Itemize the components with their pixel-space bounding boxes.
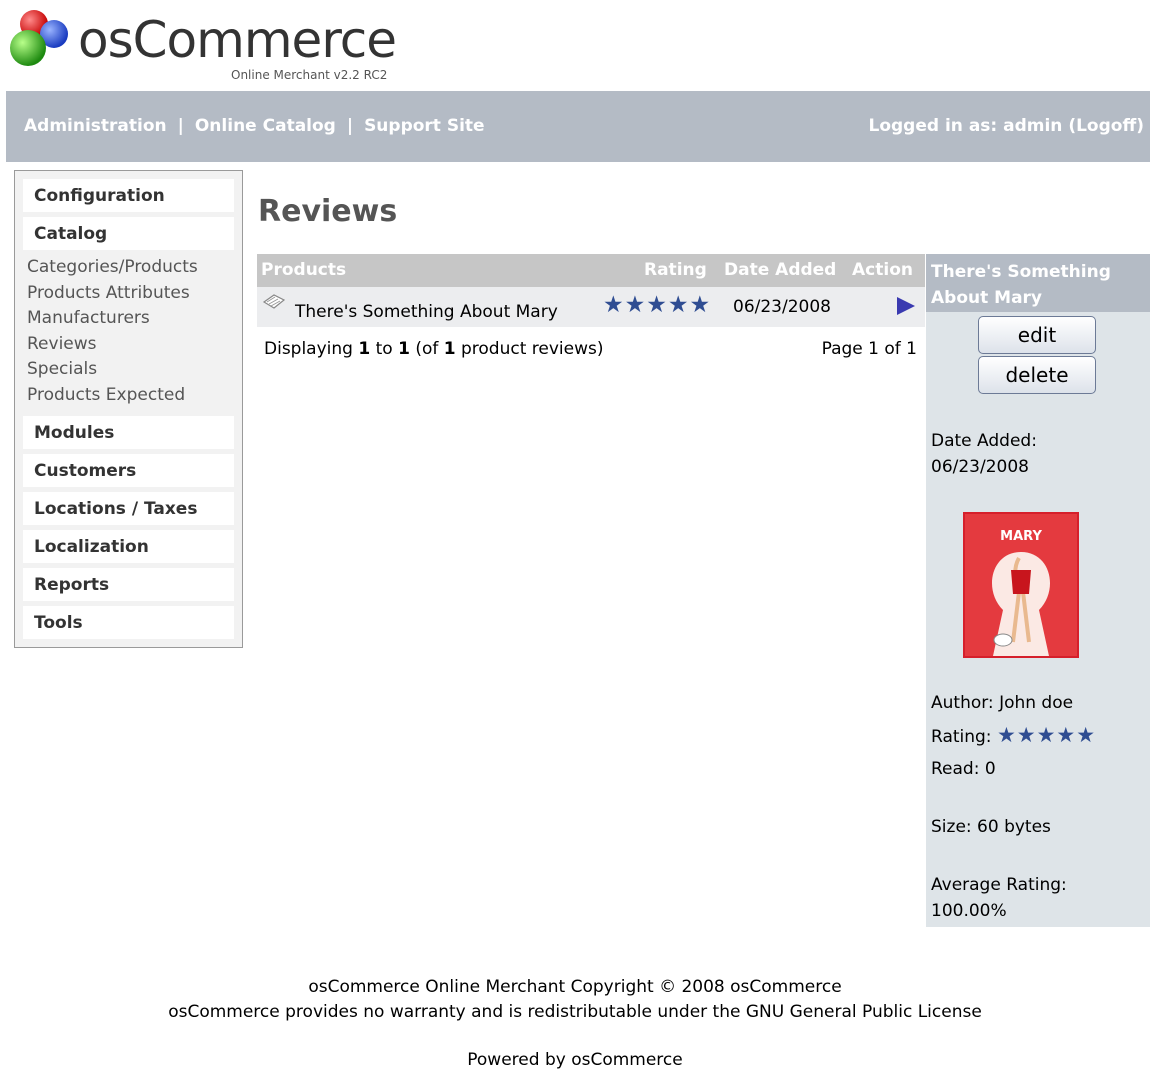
nav-link-online-catalog[interactable]: Online Catalog bbox=[195, 116, 336, 136]
nav-separator: | bbox=[177, 116, 184, 136]
poster-title: MARY bbox=[1000, 529, 1042, 544]
action-arrow-icon[interactable] bbox=[895, 296, 917, 316]
submenu-item-products-attributes[interactable]: Products Attributes bbox=[27, 281, 198, 307]
review-date-added: 06/23/2008 bbox=[733, 297, 831, 317]
delete-button[interactable]: delete bbox=[978, 356, 1096, 394]
footer-powered-by[interactable]: Powered by osCommerce bbox=[0, 1050, 1150, 1070]
date-added-label: Date Added: bbox=[931, 431, 1037, 451]
sidebar-item-reports[interactable]: Reports bbox=[23, 568, 234, 601]
sidebar-item-locations-taxes[interactable]: Locations / Taxes bbox=[23, 492, 234, 525]
catalog-submenu: Categories/Products Products Attributes … bbox=[27, 255, 198, 408]
sidebar-item-localization[interactable]: Localization bbox=[23, 530, 234, 563]
display-summary: Displaying 1 to 1 (of 1 product reviews) bbox=[264, 339, 604, 359]
top-nav-links: Administration | Online Catalog | Support Si… bbox=[24, 116, 485, 136]
average-rating-value: 100.00% bbox=[931, 901, 1007, 921]
column-header-rating: Rating bbox=[644, 260, 707, 280]
sidebar-item-configuration[interactable]: Configuration bbox=[23, 179, 234, 212]
submenu-item-manufacturers[interactable]: Manufacturers bbox=[27, 306, 198, 332]
admin-sidebar: Configuration Catalog Categories/Product… bbox=[14, 170, 243, 648]
review-product-name[interactable]: There's Something About Mary bbox=[295, 302, 558, 322]
preview-icon[interactable] bbox=[260, 292, 290, 314]
nav-separator: | bbox=[346, 116, 354, 136]
logged-in-status[interactable]: Logged in as: admin (Logoff) bbox=[869, 116, 1145, 136]
logo-balls-icon bbox=[10, 10, 68, 66]
review-rating: Rating: ★★★★★ bbox=[931, 723, 1097, 747]
logo-subtitle: Online Merchant v2.2 RC2 bbox=[231, 68, 388, 82]
reviews-table-header: Products Rating Date Added Action bbox=[257, 254, 925, 287]
rating-stars: ★★★★★ bbox=[603, 292, 712, 318]
info-panel-heading: There's Something About Mary bbox=[926, 254, 1150, 312]
submenu-item-products-expected[interactable]: Products Expected bbox=[27, 383, 198, 409]
page-indicator: Page 1 of 1 bbox=[821, 339, 917, 359]
edit-button[interactable]: edit bbox=[978, 316, 1096, 354]
submenu-item-specials[interactable]: Specials bbox=[27, 357, 198, 383]
column-header-date-added: Date Added bbox=[724, 260, 837, 280]
submenu-item-reviews[interactable]: Reviews bbox=[27, 332, 198, 358]
page-title: Reviews bbox=[258, 194, 398, 229]
footer-copyright: osCommerce Online Merchant Copyright © 2… bbox=[308, 977, 842, 997]
table-row[interactable]: There's Something About Mary ★★★★★ 06/23… bbox=[257, 287, 925, 327]
footer-warranty: osCommerce provides no warranty and is r… bbox=[168, 1002, 982, 1022]
review-info-panel: There's Something About Mary edit delete… bbox=[926, 254, 1150, 927]
average-rating-label: Average Rating: bbox=[931, 875, 1067, 895]
sidebar-item-catalog[interactable]: Catalog bbox=[23, 217, 234, 250]
column-header-products: Products bbox=[261, 260, 347, 280]
date-added-value: 06/23/2008 bbox=[931, 457, 1029, 477]
review-size: Size: 60 bytes bbox=[931, 817, 1051, 837]
column-header-action: Action bbox=[852, 260, 913, 280]
sidebar-item-customers[interactable]: Customers bbox=[23, 454, 234, 487]
review-read-count: Read: 0 bbox=[931, 759, 996, 779]
rating-stars: ★★★★★ bbox=[996, 723, 1097, 747]
product-image: MARY bbox=[963, 512, 1079, 658]
top-navigation-bar: Administration | Online Catalog | Support Si… bbox=[6, 91, 1150, 162]
review-author: Author: John doe bbox=[931, 693, 1074, 713]
logo-wordmark: osCommerce bbox=[78, 11, 397, 69]
nav-link-administration[interactable]: Administration bbox=[24, 116, 167, 136]
nav-link-support-site[interactable]: Support Site bbox=[364, 116, 485, 136]
oscommerce-logo[interactable]: osCommerce Online Merchant v2.2 RC2 bbox=[6, 8, 426, 86]
sidebar-item-modules[interactable]: Modules bbox=[23, 416, 234, 449]
submenu-item-categories-products[interactable]: Categories/Products bbox=[27, 255, 198, 281]
sidebar-item-tools[interactable]: Tools bbox=[23, 606, 234, 639]
